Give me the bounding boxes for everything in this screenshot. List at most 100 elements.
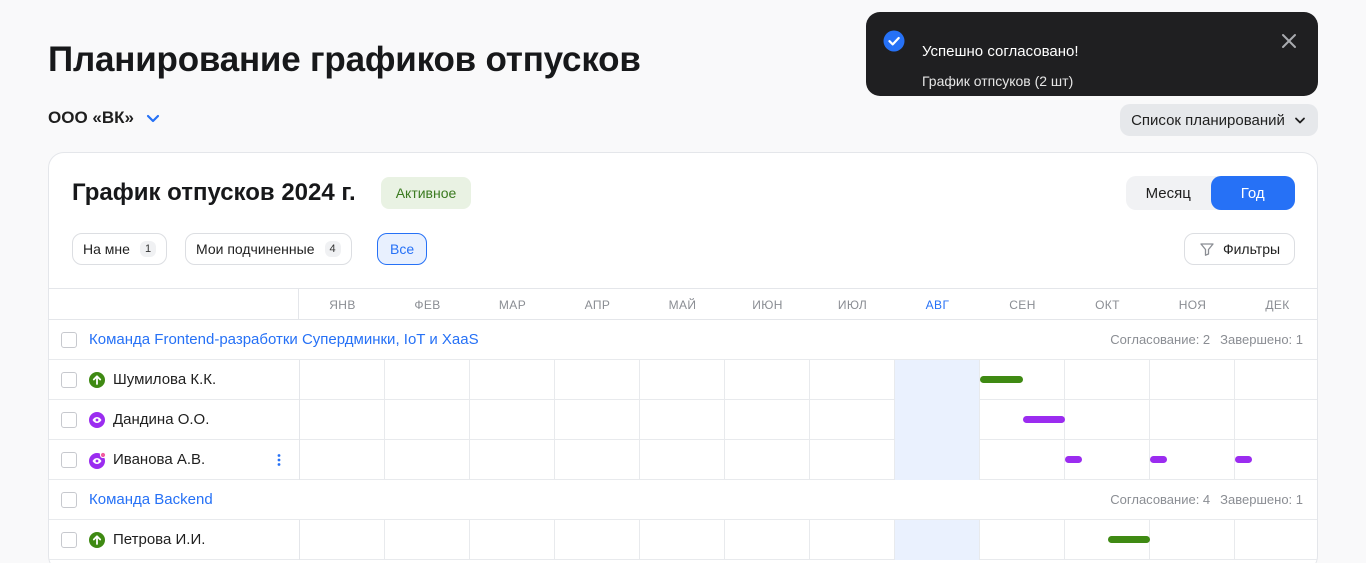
filter-icon xyxy=(1199,241,1215,257)
month-label: НОЯ xyxy=(1178,297,1207,312)
employee-name[interactable]: Иванова А.В. xyxy=(113,451,205,468)
month-divider xyxy=(724,400,725,440)
vacation-bar[interactable] xyxy=(1150,456,1167,463)
page-title: Планирование графиков отпусков xyxy=(48,40,641,79)
month-label: ИЮЛ xyxy=(837,297,868,312)
month-divider xyxy=(809,360,810,400)
employee-name[interactable]: Петрова И.И. xyxy=(113,531,205,548)
filter-chip-subordinates[interactable]: Мои подчиненные 4 xyxy=(185,233,352,265)
vacation-bar[interactable] xyxy=(980,376,1023,383)
group-checkbox[interactable] xyxy=(61,492,77,508)
group-approval-count: Согласование: 4 xyxy=(1110,492,1211,507)
view-month-button[interactable]: Месяц xyxy=(1126,176,1211,210)
eye-badge-icon xyxy=(89,452,107,469)
month-divider xyxy=(894,360,895,400)
month-divider xyxy=(724,360,725,400)
plan-list-label: Список планирований xyxy=(1131,111,1285,129)
chip-count: 1 xyxy=(139,241,157,257)
month-divider xyxy=(1234,520,1235,560)
group-checkbox[interactable] xyxy=(61,332,77,348)
month-divider xyxy=(469,360,470,400)
month-label: ОКТ xyxy=(1095,297,1120,312)
group-name[interactable]: Команда Backend xyxy=(89,491,213,508)
month-divider xyxy=(1064,360,1065,400)
current-month-highlight xyxy=(895,520,980,560)
row-divider xyxy=(299,520,300,560)
month-divider xyxy=(894,520,895,560)
month-divider xyxy=(639,360,640,400)
month-header: ЯНВ ФЕВ МАР АПР МАЙ ИЮН ИЮЛ АВГ СЕН ОКТ НОЯ ДЕК xyxy=(49,288,1317,320)
month-divider xyxy=(469,400,470,440)
month-divider xyxy=(639,440,640,480)
view-switch: Месяц Год xyxy=(1126,176,1295,210)
toast-title: Успешно согласовано! xyxy=(922,43,1079,60)
filter-chip-mine[interactable]: На мне 1 xyxy=(72,233,168,265)
eye-circle-icon xyxy=(89,412,105,428)
employee-row: Дандина О.О. xyxy=(49,400,1317,440)
month-divider xyxy=(809,440,810,480)
month-divider xyxy=(1149,400,1150,440)
month-divider xyxy=(639,400,640,440)
chip-count: 4 xyxy=(324,241,341,257)
more-vertical-icon[interactable] xyxy=(271,452,287,468)
filter-chip-all[interactable]: Все xyxy=(377,233,428,265)
employee-name[interactable]: Шумилова К.К. xyxy=(113,371,216,388)
month-divider xyxy=(554,520,555,560)
view-year-button[interactable]: Год xyxy=(1210,176,1295,210)
employee-checkbox[interactable] xyxy=(61,532,77,548)
chip-label: Мои подчиненные xyxy=(196,241,315,257)
month-divider xyxy=(979,520,980,560)
schedule-card: График отпусков 2024 г. Активное Месяц Г… xyxy=(48,152,1318,563)
group-row: Команда Frontend-разработки Супердминки,… xyxy=(49,320,1317,360)
vacation-bar[interactable] xyxy=(1022,416,1065,423)
plan-list-button[interactable]: Список планирований xyxy=(1120,104,1318,136)
month-divider xyxy=(1234,360,1235,400)
schedule-title: График отпусков 2024 г. xyxy=(72,179,356,206)
month-divider xyxy=(554,400,555,440)
employee-row: Петрова И.И. xyxy=(49,520,1317,560)
month-divider xyxy=(639,520,640,560)
group-row: Команда Backend Согласование: 4 Завершен… xyxy=(49,480,1317,520)
month-divider xyxy=(809,400,810,440)
employee-name[interactable]: Дандина О.О. xyxy=(113,411,209,428)
month-label: ЯНВ xyxy=(329,297,356,312)
month-label: ДЕК xyxy=(1265,297,1290,312)
vacation-bar[interactable] xyxy=(1107,536,1150,543)
month-divider xyxy=(554,360,555,400)
group-stats: Согласование: 2 Завершено: 1 xyxy=(1110,332,1303,347)
group-stats: Согласование: 4 Завершено: 1 xyxy=(1110,492,1303,507)
month-divider xyxy=(894,400,895,440)
month-label: ФЕВ xyxy=(414,297,441,312)
month-header-lead xyxy=(49,289,299,320)
group-completed-count: Завершено: 1 xyxy=(1220,492,1303,507)
month-divider xyxy=(724,440,725,480)
employee-checkbox[interactable] xyxy=(61,412,77,428)
arrow-up-circle-icon xyxy=(89,532,105,548)
month-divider xyxy=(979,400,980,440)
filters-button[interactable]: Фильтры xyxy=(1184,233,1295,265)
group-approval-count: Согласование: 2 xyxy=(1110,332,1211,347)
month-label: АВГ xyxy=(925,297,950,312)
filters-label: Фильтры xyxy=(1222,241,1281,257)
vacation-bar[interactable] xyxy=(1235,456,1252,463)
row-divider xyxy=(299,440,300,480)
employee-checkbox[interactable] xyxy=(61,452,77,468)
month-label: АПР xyxy=(584,297,611,312)
company-selector[interactable]: ООО «ВК» xyxy=(48,108,162,128)
check-circle-icon xyxy=(883,30,905,57)
month-divider xyxy=(1149,360,1150,400)
month-divider xyxy=(469,440,470,480)
group-name[interactable]: Команда Frontend-разработки Супердминки,… xyxy=(89,331,479,348)
close-icon[interactable] xyxy=(1279,31,1299,56)
employee-checkbox[interactable] xyxy=(61,372,77,388)
row-divider xyxy=(299,400,300,440)
current-month-highlight xyxy=(895,440,980,480)
toast-subtitle: График отпсуков (2 шт) xyxy=(922,73,1074,89)
vacation-bar[interactable] xyxy=(1065,456,1082,463)
chevron-down-icon xyxy=(144,109,162,127)
month-label: ИЮН xyxy=(752,297,783,312)
chip-label: На мне xyxy=(83,241,130,257)
month-divider xyxy=(809,520,810,560)
month-divider xyxy=(554,440,555,480)
month-divider xyxy=(384,440,385,480)
